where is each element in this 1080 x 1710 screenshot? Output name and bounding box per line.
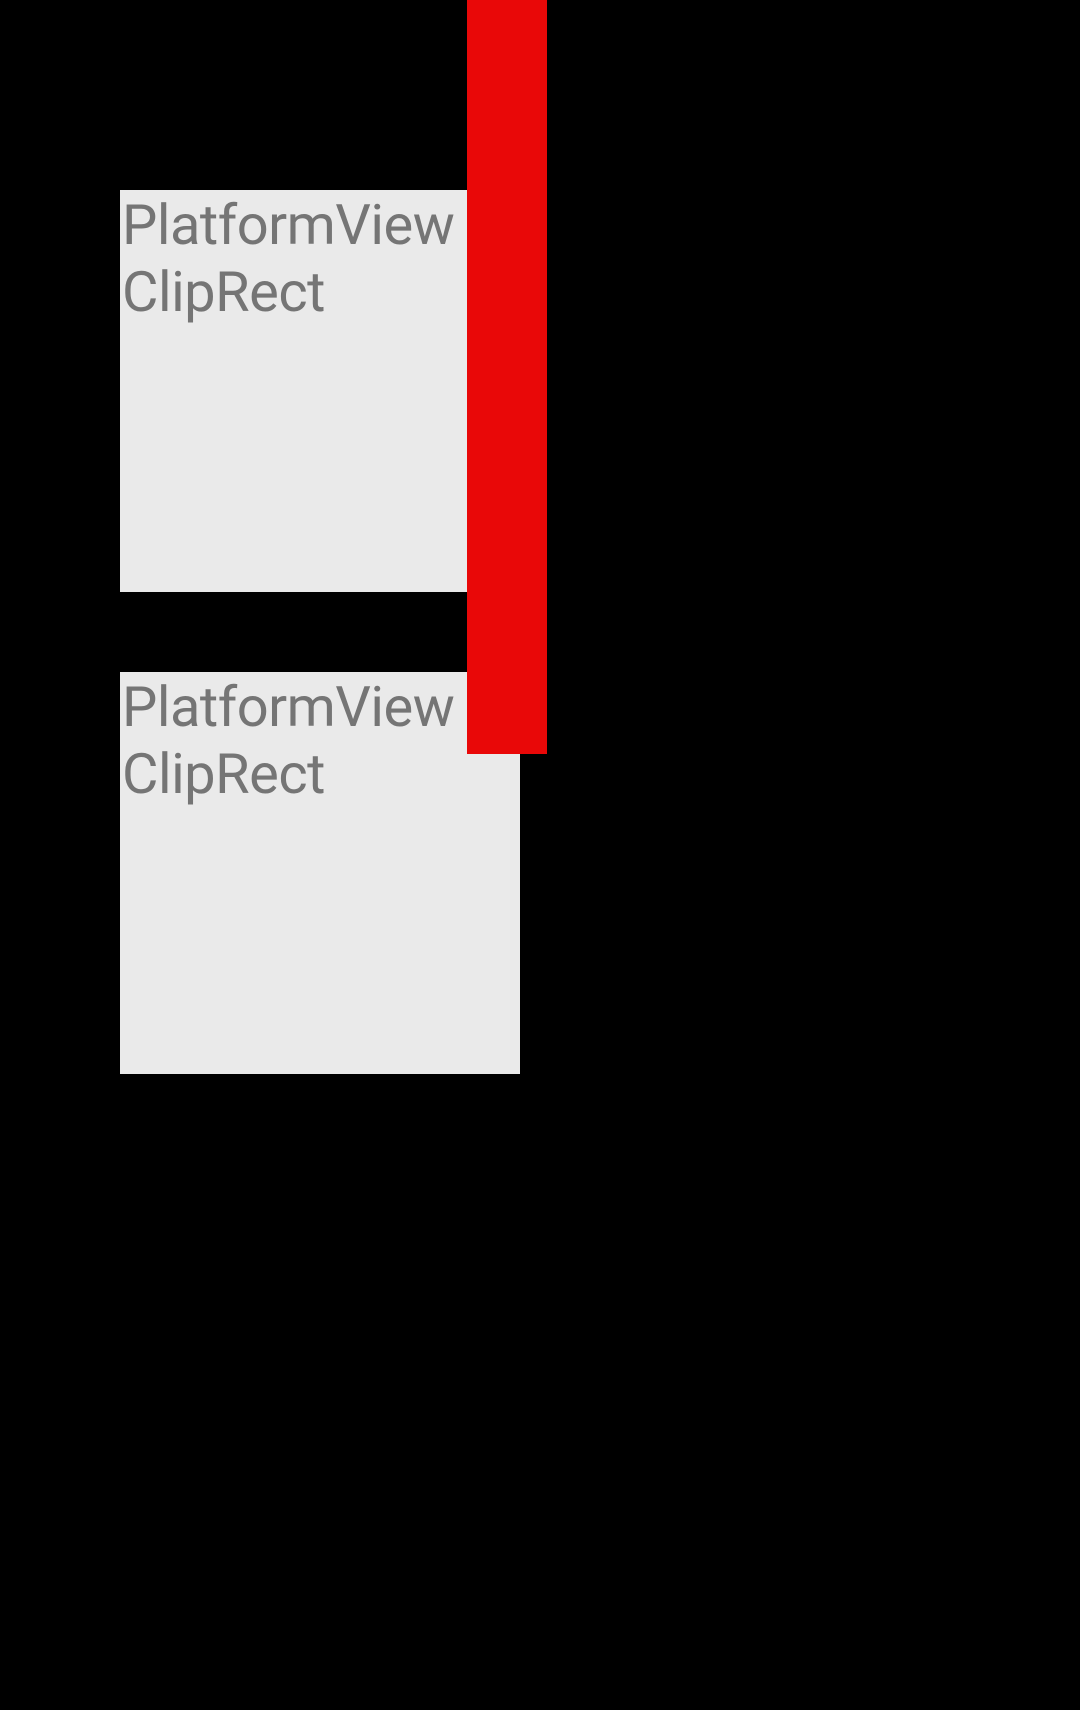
platform-view-label-1: PlatformView ClipRect (120, 190, 520, 326)
label-line-2: ClipRect (122, 741, 325, 807)
platform-view-clip-rect-1: PlatformView ClipRect (120, 190, 520, 592)
label-line-1: PlatformView (122, 674, 454, 740)
platform-view-label-2: PlatformView ClipRect (120, 672, 520, 808)
platform-view-clip-rect-2: PlatformView ClipRect (120, 672, 520, 1074)
overlay-red-bar (467, 0, 547, 754)
label-line-1: PlatformView (122, 192, 454, 258)
label-line-2: ClipRect (122, 259, 325, 325)
